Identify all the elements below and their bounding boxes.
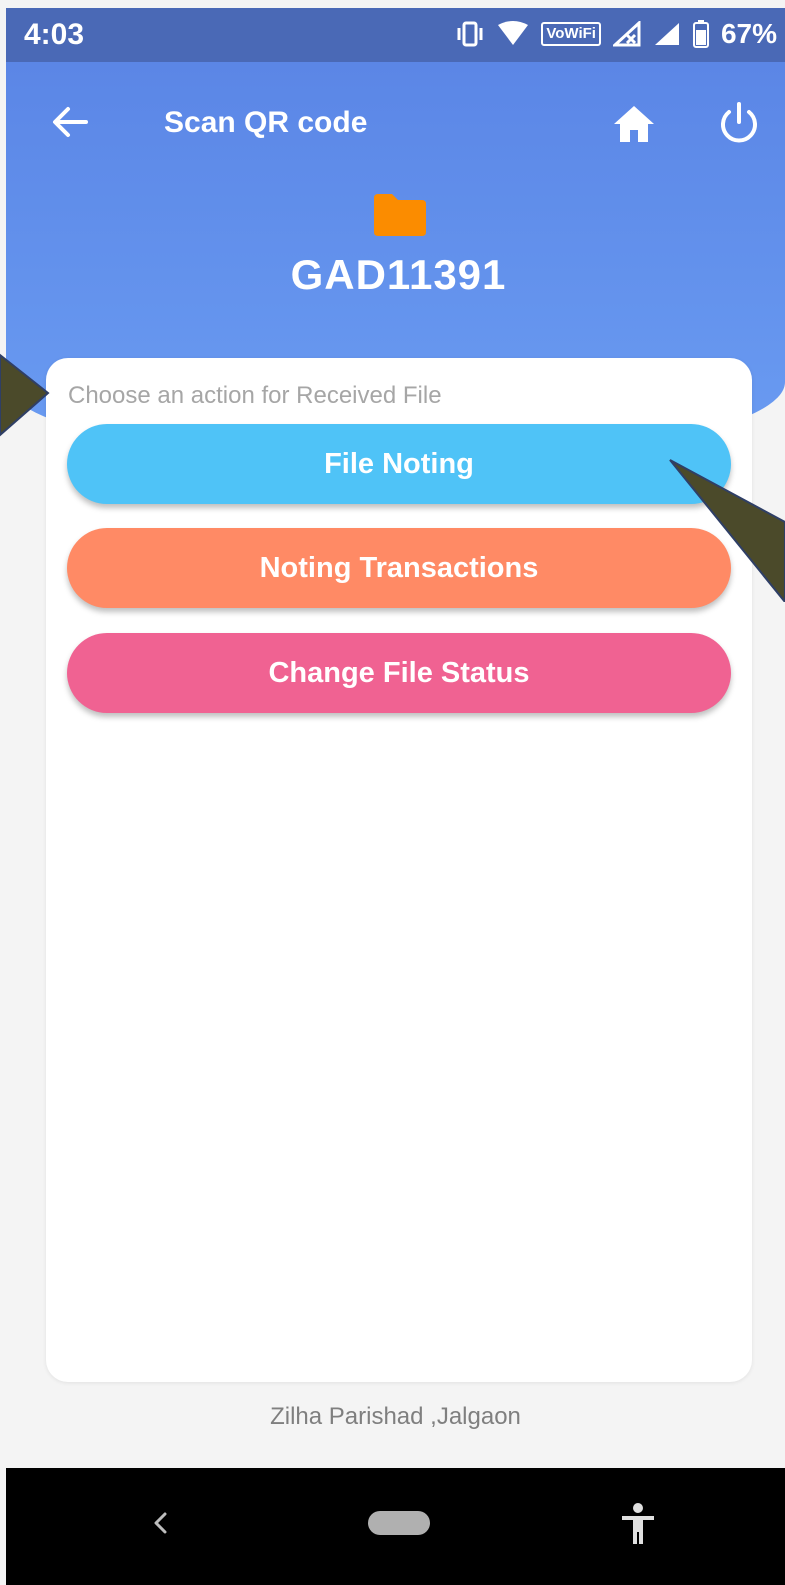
- status-bar: 4:03 VoWiFi 67%: [6, 8, 785, 62]
- file-id: GAD11391: [290, 251, 507, 298]
- power-icon: [721, 102, 757, 143]
- action-card: Choose an action for Received File File …: [46, 358, 752, 1382]
- battery-icon: [692, 20, 709, 48]
- wifi-icon: [498, 21, 529, 45]
- vowifi-icon: VoWiFi: [541, 22, 601, 46]
- navigation-bar: [6, 1468, 785, 1585]
- back-button[interactable]: [46, 98, 94, 146]
- home-icon: [614, 106, 654, 142]
- nav-home-icon[interactable]: [368, 1511, 430, 1535]
- signal-icon: [654, 23, 679, 45]
- vibrate-icon: [457, 21, 483, 47]
- footer-text: Zilha Parishad ,Jalgaon: [270, 1403, 521, 1430]
- logout-button[interactable]: [714, 98, 764, 148]
- app-screen: 4:03 VoWiFi 67% Scan QR code GAD11391 Ch…: [6, 8, 785, 1585]
- accessibility-icon[interactable]: [618, 1502, 658, 1546]
- battery-percent: 67%: [720, 18, 777, 49]
- page-title: Scan QR code: [164, 106, 368, 139]
- nav-back-icon[interactable]: [146, 1508, 176, 1538]
- noting-transactions-button[interactable]: Noting Transactions: [67, 528, 731, 608]
- action-hint: Choose an action for Received File: [68, 382, 442, 409]
- arrow-left-icon: [53, 107, 88, 137]
- status-icons: VoWiFi 67%: [455, 18, 777, 50]
- change-file-status-button[interactable]: Change File Status: [67, 633, 731, 713]
- status-time: 4:03: [24, 18, 85, 51]
- file-noting-button[interactable]: File Noting: [67, 424, 731, 504]
- signal-x-icon: [612, 21, 641, 47]
- home-button[interactable]: [610, 100, 658, 148]
- folder-icon: [374, 194, 426, 236]
